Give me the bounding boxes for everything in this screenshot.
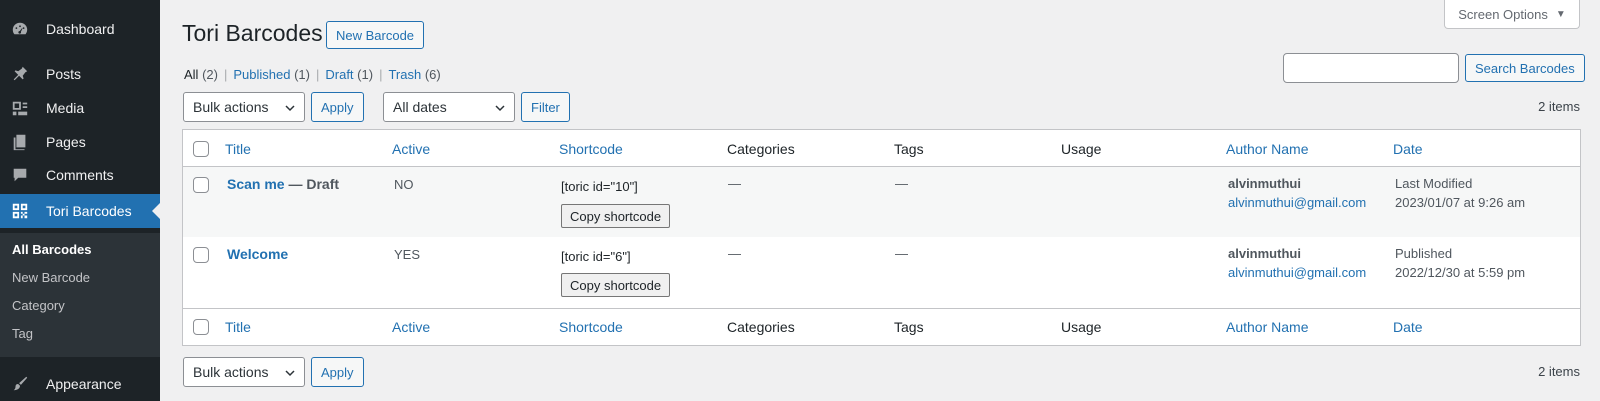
search-input[interactable] xyxy=(1283,53,1459,83)
items-count-bottom: 2 items xyxy=(1538,364,1580,379)
column-usage-header: Usage xyxy=(1061,141,1102,157)
categories-value: — xyxy=(728,176,741,191)
column-categories-footer: Categories xyxy=(727,319,795,335)
sidebar-item-label: Dashboard xyxy=(46,21,115,37)
column-categories-header: Categories xyxy=(727,141,795,157)
comment-icon xyxy=(10,165,30,185)
view-all[interactable]: All (2) xyxy=(184,67,218,82)
bulk-actions-value: Bulk actions xyxy=(193,99,269,115)
column-author-footer[interactable]: Author Name xyxy=(1226,319,1308,335)
pin-icon xyxy=(10,64,30,84)
tags-value: — xyxy=(895,246,908,261)
column-active-footer[interactable]: Active xyxy=(392,319,430,335)
shortcode-value: [toric id="6"] xyxy=(561,249,631,264)
categories-value: — xyxy=(728,246,741,261)
apply-button-top[interactable]: Apply xyxy=(311,92,364,122)
column-active-header[interactable]: Active xyxy=(392,141,430,157)
column-date-header[interactable]: Date xyxy=(1393,141,1423,157)
post-state: — Draft xyxy=(284,176,340,192)
sidebar-item-label: Pages xyxy=(46,134,86,150)
submenu-item-category[interactable]: Category xyxy=(12,298,65,313)
select-all-checkbox-footer[interactable] xyxy=(193,319,209,335)
table-footer-row: Title Active Shortcode Categories Tags U… xyxy=(183,308,1580,345)
date-filter-select[interactable]: All dates xyxy=(383,92,515,122)
status-filter-views: All (2) | Published (1) | Draft (1) | Trash (6… xyxy=(184,67,441,82)
shortcode-value: [toric id="10"] xyxy=(561,179,638,194)
qr-code-icon xyxy=(10,201,30,221)
tags-value: — xyxy=(895,176,908,191)
view-trash[interactable]: Trash (6) xyxy=(388,67,440,82)
date-value: 2022/12/30 at 5:59 pm xyxy=(1395,265,1526,280)
screen-options-button[interactable]: Screen Options ▼ xyxy=(1444,0,1580,29)
copy-shortcode-button[interactable]: Copy shortcode xyxy=(561,204,671,228)
chevron-down-icon xyxy=(284,101,296,113)
screen-options-label: Screen Options xyxy=(1458,6,1548,22)
active-value: NO xyxy=(394,177,414,192)
row-title-link[interactable]: Scan me — Draft xyxy=(227,176,339,192)
row-title-link[interactable]: Welcome xyxy=(227,246,288,262)
bulk-actions-select[interactable]: Bulk actions xyxy=(183,92,305,122)
search-barcodes-button[interactable]: Search Barcodes xyxy=(1465,54,1585,82)
active-value: YES xyxy=(394,247,421,262)
select-all-checkbox[interactable] xyxy=(193,141,209,157)
admin-sidebar: Dashboard Posts Media Pages Comments Tor… xyxy=(0,0,160,401)
apply-button-bottom[interactable]: Apply xyxy=(311,357,364,387)
dashboard-icon xyxy=(10,19,30,39)
sidebar-item-tori-barcodes[interactable]: Tori Barcodes xyxy=(0,194,160,228)
column-usage-footer: Usage xyxy=(1061,319,1102,335)
chevron-down-icon xyxy=(494,101,506,113)
sidebar-item-pages[interactable]: Pages xyxy=(0,125,160,159)
column-shortcode-footer[interactable]: Shortcode xyxy=(559,319,623,335)
column-tags-footer: Tags xyxy=(894,319,924,335)
sidebar-item-label: Appearance xyxy=(46,376,122,392)
bulk-actions-select-bottom[interactable]: Bulk actions xyxy=(183,357,305,387)
date-filter-value: All dates xyxy=(393,99,447,115)
date-value: 2023/01/07 at 9:26 am xyxy=(1395,195,1526,210)
row-checkbox[interactable] xyxy=(193,247,209,263)
table-row: Welcome YES [toric id="6"] Copy shortcod… xyxy=(183,237,1580,307)
column-title-footer[interactable]: Title xyxy=(225,319,251,335)
date-status: Published xyxy=(1395,246,1453,261)
sidebar-item-comments[interactable]: Comments xyxy=(0,158,160,192)
media-icon xyxy=(10,98,30,118)
caret-down-icon: ▼ xyxy=(1555,8,1566,20)
view-draft[interactable]: Draft (1) xyxy=(325,67,373,82)
submenu-item-all-barcodes[interactable]: All Barcodes xyxy=(12,242,91,257)
sidebar-item-label: Posts xyxy=(46,66,82,82)
author-name: alvinmuthui xyxy=(1228,176,1301,191)
sidebar-item-label: Comments xyxy=(46,167,114,183)
pages-icon xyxy=(10,132,30,152)
sidebar-item-label: Media xyxy=(46,100,85,116)
column-author-header[interactable]: Author Name xyxy=(1226,141,1308,157)
sidebar-item-dashboard[interactable]: Dashboard xyxy=(0,12,160,46)
view-published[interactable]: Published (1) xyxy=(233,67,310,82)
submenu-item-new-barcode[interactable]: New Barcode xyxy=(12,270,90,285)
row-checkbox[interactable] xyxy=(193,177,209,193)
column-shortcode-header[interactable]: Shortcode xyxy=(559,141,623,157)
column-title-header[interactable]: Title xyxy=(225,141,251,157)
author-name: alvinmuthui xyxy=(1228,246,1301,261)
column-tags-header: Tags xyxy=(894,141,924,157)
brush-icon xyxy=(10,374,30,394)
submenu-item-tag[interactable]: Tag xyxy=(12,326,33,341)
new-barcode-button[interactable]: New Barcode xyxy=(326,21,425,49)
sidebar-item-appearance[interactable]: Appearance xyxy=(0,367,160,401)
sidebar-item-media[interactable]: Media xyxy=(0,91,160,125)
sidebar-item-posts[interactable]: Posts xyxy=(0,57,160,91)
sidebar-submenu: All Barcodes New Barcode Category Tag xyxy=(0,233,160,357)
author-email-link[interactable]: alvinmuthui@gmail.com xyxy=(1228,195,1366,210)
column-date-footer[interactable]: Date xyxy=(1393,319,1423,335)
copy-shortcode-button[interactable]: Copy shortcode xyxy=(561,273,671,297)
bulk-actions-value: Bulk actions xyxy=(193,364,269,380)
barcodes-table: Title Active Shortcode Categories Tags U… xyxy=(182,129,1581,346)
table-row: Scan me — Draft NO [toric id="10"] Copy … xyxy=(183,167,1580,237)
author-email-link[interactable]: alvinmuthui@gmail.com xyxy=(1228,265,1366,280)
sidebar-item-label: Tori Barcodes xyxy=(46,203,132,219)
chevron-down-icon xyxy=(284,366,296,378)
table-header-row: Title Active Shortcode Categories Tags U… xyxy=(183,130,1580,167)
page-title: Tori Barcodes xyxy=(182,20,323,46)
date-status: Last Modified xyxy=(1395,176,1473,191)
filter-button[interactable]: Filter xyxy=(521,92,570,122)
items-count-top: 2 items xyxy=(1538,99,1580,114)
